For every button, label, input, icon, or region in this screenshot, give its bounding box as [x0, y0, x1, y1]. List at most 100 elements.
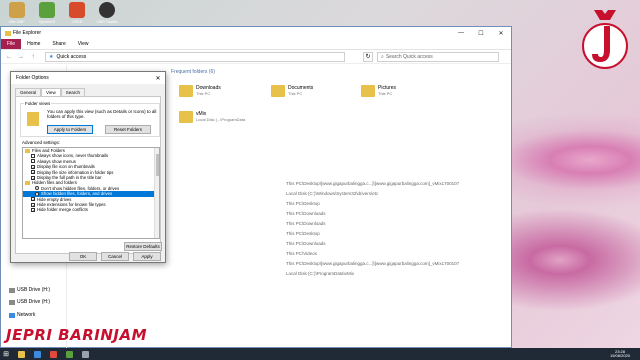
- ribbon-tabs: File Home Share View: [1, 39, 511, 50]
- taskbar-app-icon[interactable]: [46, 349, 60, 359]
- desktop-icon-spinner[interactable]: Spinner3: [32, 2, 62, 24]
- dialog-tabs: General View Search: [11, 84, 165, 96]
- folder-options-dialog: Folder Options ✕ General View Search Fol…: [10, 71, 166, 263]
- search-placeholder: Search Quick access: [385, 53, 433, 60]
- desktop-icon-label: OBS Studio: [96, 19, 118, 24]
- recent-file-path[interactable]: This PC\Downloads: [286, 211, 326, 216]
- folder-location: This PC: [288, 91, 303, 96]
- address-row: ← → ↑ ★ Quick access ↻ ⌕ Search Quick ac…: [1, 50, 511, 64]
- up-arrow-icon[interactable]: ↑: [29, 54, 37, 60]
- documents-folder-icon: [271, 85, 285, 97]
- channel-watermark: JEPRI BARINJAM: [6, 326, 148, 344]
- folder-views-description: You can apply this view (such as Details…: [47, 109, 157, 119]
- radio-icon[interactable]: [35, 186, 39, 191]
- nav-usb-drive[interactable]: USB Drive (H:): [9, 299, 50, 305]
- taskbar: ⊞ 23:28 15/08/2020: [0, 348, 640, 360]
- folder-location: This PC: [196, 91, 211, 96]
- taskbar-app-icon[interactable]: [30, 349, 44, 359]
- folder-vmix[interactable]: vMix Local Disk (...\ProgramData: [179, 111, 245, 123]
- nav-usb-drive[interactable]: USB Drive (H:): [9, 287, 50, 293]
- frequent-folders-header[interactable]: Frequent folders (6): [171, 69, 215, 75]
- nav-item-label: Network: [17, 312, 36, 318]
- tab-view[interactable]: View: [72, 39, 95, 49]
- ok-button[interactable]: OK: [69, 252, 97, 261]
- folder-views-label: Folder views: [24, 101, 52, 106]
- tab-home[interactable]: Home: [21, 39, 46, 49]
- taskbar-clock[interactable]: 23:28 15/08/2020: [609, 349, 640, 359]
- recent-file-path[interactable]: Local Disk (C:)\ProgramData\vMix: [286, 271, 354, 276]
- folder-downloads[interactable]: Downloads This PC: [179, 85, 221, 97]
- tab-file[interactable]: File: [1, 39, 22, 49]
- pictures-folder-icon: [361, 85, 375, 97]
- nav-network[interactable]: Network: [9, 312, 35, 318]
- dialog-titlebar[interactable]: Folder Options ✕: [11, 72, 165, 84]
- desktop-icon-obs[interactable]: OBS Studio: [92, 2, 122, 24]
- settings-scrollbar[interactable]: [154, 148, 159, 238]
- folder-icon: [25, 148, 30, 153]
- usb-drive-icon: [9, 299, 15, 305]
- cancel-button[interactable]: Cancel: [101, 252, 129, 261]
- tab-view[interactable]: View: [41, 88, 61, 96]
- checkbox-icon[interactable]: ✓: [31, 170, 35, 175]
- checkbox-icon[interactable]: ✓: [31, 202, 35, 207]
- address-bar[interactable]: ★ Quick access: [45, 51, 345, 62]
- folder-icon: [5, 30, 11, 36]
- search-input[interactable]: ⌕ Search Quick access: [377, 51, 499, 62]
- clock-date: 15/08/2020: [609, 353, 630, 358]
- recent-file-path[interactable]: Local Disk (C:)\Windows\System32\drivers…: [286, 191, 378, 196]
- advanced-settings-list[interactable]: Files and Folders Always show icons, neve…: [22, 147, 160, 239]
- setting-option[interactable]: ✓ Hide folder merge conflicts: [23, 207, 159, 212]
- checkbox-icon[interactable]: ✓: [31, 197, 35, 202]
- apply-to-folders-button[interactable]: Apply to Folders: [47, 125, 93, 134]
- forward-arrow-icon[interactable]: →: [17, 54, 25, 60]
- recent-file-path[interactable]: This PC\Downloads: [286, 241, 326, 246]
- folder-documents[interactable]: Documents This PC: [271, 85, 313, 97]
- desktop-icon-label: Mic DBF: [9, 19, 25, 24]
- reset-folders-button[interactable]: Reset Folders: [105, 125, 151, 134]
- tab-share[interactable]: Share: [46, 39, 71, 49]
- desktop-icon-label: Spinner3: [38, 19, 55, 24]
- recent-file-path[interactable]: This PC\Desktop: [286, 231, 320, 236]
- search-icon: ⌕: [381, 53, 384, 60]
- nav-item-label: USB Drive (H:): [17, 299, 51, 305]
- checkbox-icon[interactable]: ✓: [31, 164, 35, 169]
- start-windows-icon[interactable]: ⊞: [0, 350, 12, 358]
- recent-file-path[interactable]: This PC\Videos: [286, 251, 317, 256]
- checkbox-icon[interactable]: ✓: [31, 207, 35, 212]
- refresh-icon[interactable]: ↻: [363, 51, 373, 62]
- desktop-icon-mic-dbf[interactable]: Mic DBF: [2, 2, 32, 24]
- setting-label: Hide folder merge conflicts: [37, 207, 88, 213]
- recent-file-path[interactable]: This PC\Downloads: [286, 221, 326, 226]
- tab-search[interactable]: Search: [60, 88, 85, 96]
- folder-location: This PC: [378, 91, 393, 96]
- folder-views-group: Folder views You can apply this view (su…: [20, 101, 160, 137]
- restore-defaults-button[interactable]: Restore Defaults: [124, 242, 162, 251]
- radio-icon[interactable]: •: [35, 191, 39, 196]
- folder-location: Local Disk (...\ProgramData: [196, 117, 246, 122]
- dialog-close-button[interactable]: ✕: [151, 75, 165, 82]
- maximize-button[interactable]: ☐: [471, 30, 491, 37]
- network-icon: [9, 312, 15, 318]
- nav-item-label: USB Drive (H:): [17, 287, 51, 293]
- taskbar-app-icon[interactable]: [14, 349, 28, 359]
- recent-file-path[interactable]: This PC\Desktop: [286, 201, 320, 206]
- tab-general[interactable]: General: [15, 88, 42, 96]
- crke-icon: [69, 2, 85, 18]
- advanced-settings-label: Advanced settings:: [22, 140, 61, 145]
- recent-file-path[interactable]: This PC\Desktop\[www.gigapurbalingga.c..…: [286, 261, 459, 266]
- desktop-icon-crke[interactable]: CRKE: [62, 2, 92, 24]
- checkbox-icon[interactable]: [31, 159, 35, 164]
- taskbar-app-icon[interactable]: [62, 349, 76, 359]
- address-text: Quick access: [56, 53, 87, 60]
- minimize-button[interactable]: —: [451, 30, 471, 37]
- checkbox-icon[interactable]: [31, 154, 35, 159]
- back-arrow-icon[interactable]: ←: [5, 54, 13, 60]
- close-button[interactable]: ✕: [491, 30, 511, 37]
- folder-pictures[interactable]: Pictures This PC: [361, 85, 396, 97]
- scrollbar-thumb[interactable]: [156, 154, 159, 176]
- checkbox-icon[interactable]: ✓: [31, 175, 35, 180]
- apply-button[interactable]: Apply: [133, 252, 161, 261]
- explorer-titlebar[interactable]: File Explorer — ☐ ✕: [1, 27, 511, 39]
- taskbar-app-icon[interactable]: [78, 349, 92, 359]
- recent-file-path[interactable]: This PC\Desktop\[www.gigapurbalingga.c..…: [286, 181, 459, 186]
